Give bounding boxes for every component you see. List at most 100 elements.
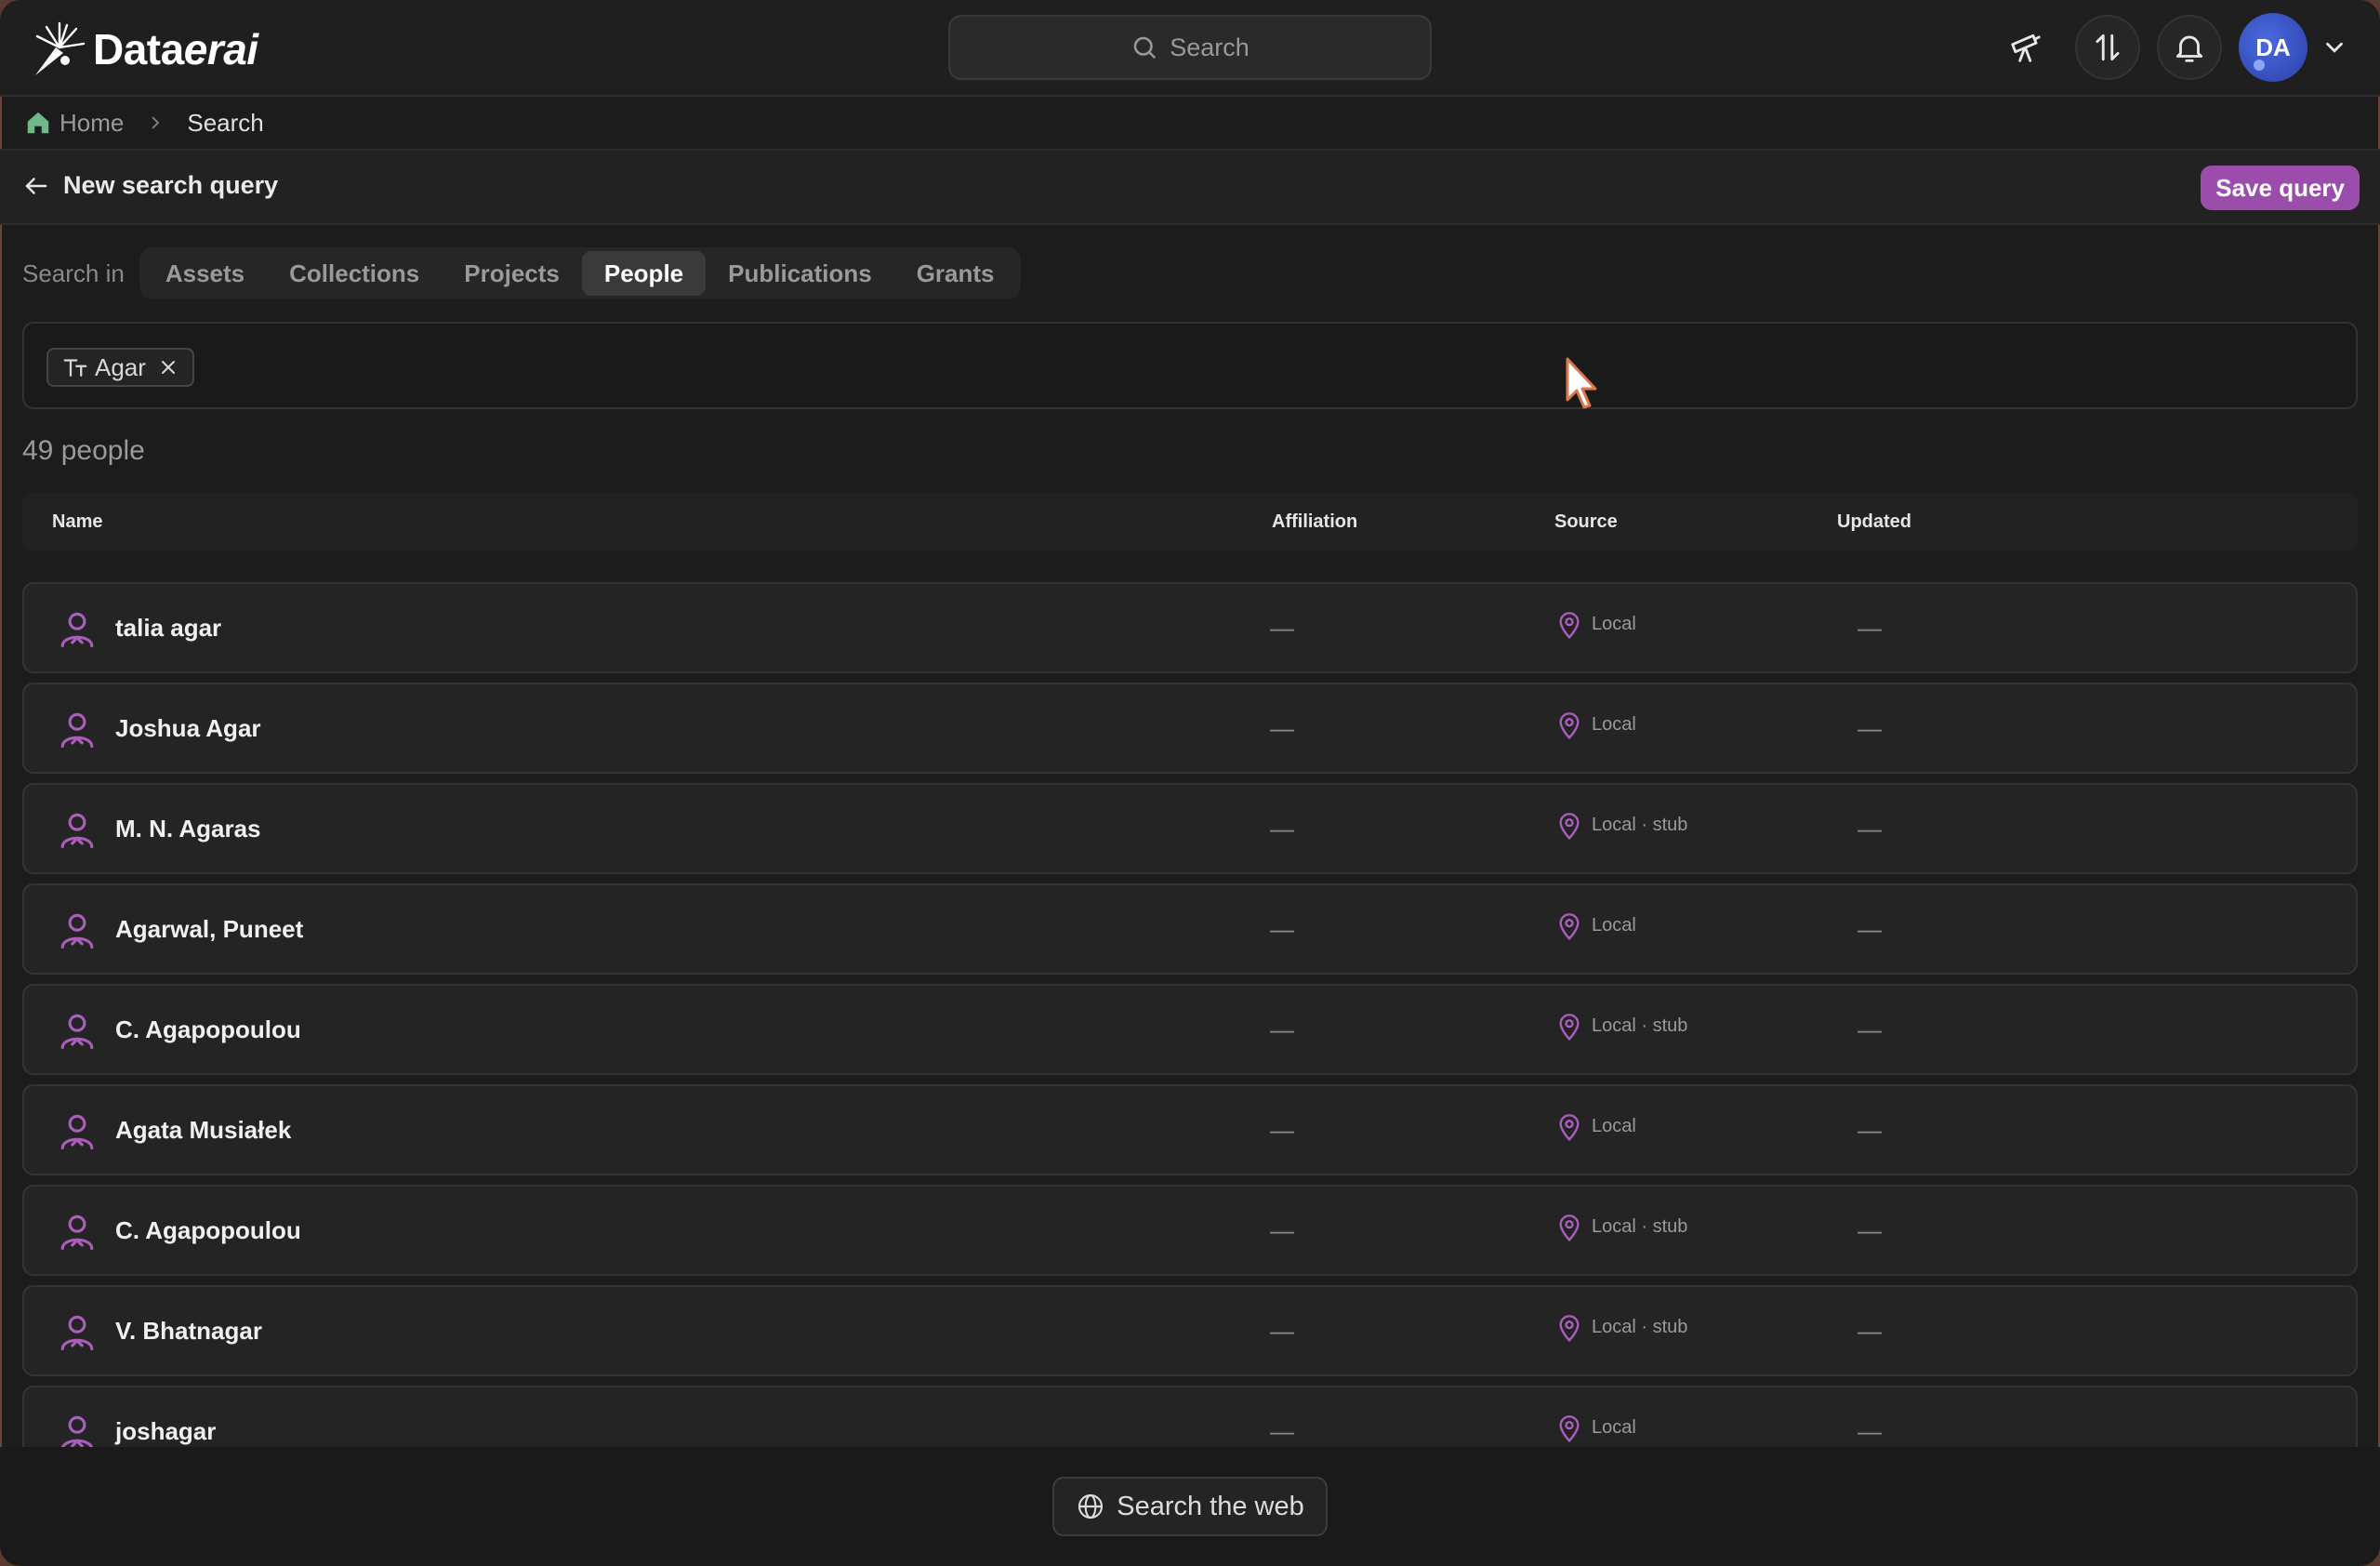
search-web-button[interactable]: Search the web <box>1052 1477 1328 1536</box>
globe-icon <box>1078 1493 1104 1520</box>
person-icon <box>60 913 94 949</box>
location-pin-icon <box>1559 712 1580 740</box>
source-value: Local <box>1592 915 1636 936</box>
location-pin-icon <box>1559 612 1580 640</box>
bottom-bar: Search the web <box>0 1447 2380 1566</box>
person-name[interactable]: Joshua Agar <box>115 714 261 743</box>
table-row[interactable]: talia agar — Local — <box>22 582 2358 673</box>
telescope-icon <box>2011 33 2041 62</box>
column-source[interactable]: Source <box>1554 511 1618 533</box>
sparkle-logo-icon <box>35 21 86 75</box>
source-value: Local <box>1592 614 1636 634</box>
affiliation-value: — <box>1270 1216 1294 1244</box>
person-name[interactable]: joshagar <box>115 1417 216 1446</box>
column-updated[interactable]: Updated <box>1837 511 1911 533</box>
tab-publications[interactable]: Publications <box>706 251 894 296</box>
tab-projects[interactable]: Projects <box>442 251 582 296</box>
source-value: Local · stub <box>1592 1317 1688 1337</box>
save-query-button[interactable]: Save query <box>2201 166 2360 210</box>
back-button[interactable]: New search query <box>22 171 278 200</box>
location-pin-icon <box>1559 1315 1580 1343</box>
table-row[interactable]: joshagar — Local — <box>22 1386 2358 1447</box>
updated-value: — <box>1858 714 1882 742</box>
person-name[interactable]: V. Bhatnagar <box>115 1317 262 1346</box>
source-value: Local · stub <box>1592 1216 1688 1237</box>
tab-collections[interactable]: Collections <box>267 251 442 296</box>
search-icon <box>1133 36 1157 60</box>
avatar-status-dot <box>2254 60 2265 71</box>
location-pin-icon <box>1559 813 1580 841</box>
table-row[interactable]: Agarwal, Puneet — Local — <box>22 883 2358 975</box>
person-icon <box>60 813 94 849</box>
results-list: talia agar — Local — Joshua Agar — Local — M. N.… <box>22 582 2358 1447</box>
table-row[interactable]: Agata Musiałek — Local — <box>22 1084 2358 1175</box>
person-name[interactable]: M. N. Agaras <box>115 815 261 843</box>
affiliation-value: — <box>1270 915 1294 943</box>
affiliation-value: — <box>1270 614 1294 642</box>
query-chip-label: Agar <box>95 352 146 381</box>
affiliation-value: — <box>1270 815 1294 843</box>
result-count: 49 people <box>22 435 145 466</box>
bell-icon <box>2175 35 2203 62</box>
updated-value: — <box>1858 1015 1882 1043</box>
person-icon <box>60 1214 94 1251</box>
sync-button[interactable] <box>2075 15 2140 80</box>
affiliation-value: — <box>1270 1317 1294 1345</box>
logo[interactable]: Dataerai <box>28 17 258 82</box>
updated-value: — <box>1858 815 1882 843</box>
scope-tabs: Assets Collections Projects People Publi… <box>139 247 1021 299</box>
affiliation-value: — <box>1270 1015 1294 1043</box>
column-name[interactable]: Name <box>52 511 102 533</box>
affiliation-value: — <box>1270 1116 1294 1144</box>
user-avatar[interactable]: DA <box>2239 13 2307 82</box>
person-icon <box>60 1315 94 1351</box>
location-pin-icon <box>1559 913 1580 941</box>
chevron-down-icon[interactable] <box>2320 33 2348 61</box>
updated-value: — <box>1858 614 1882 642</box>
source-value: Local <box>1592 1116 1636 1136</box>
breadcrumb-current: Search <box>187 108 264 137</box>
person-name[interactable]: talia agar <box>115 614 221 643</box>
search-placeholder: Search <box>1170 33 1250 61</box>
source-value: Local <box>1592 1417 1636 1438</box>
person-name[interactable]: C. Agapopoulou <box>115 1015 301 1044</box>
breadcrumb-home[interactable]: Home <box>60 109 124 138</box>
person-icon <box>61 1415 93 1447</box>
search-web-label: Search the web <box>1117 1491 1304 1521</box>
notifications-button[interactable] <box>2157 15 2222 80</box>
close-icon[interactable] <box>157 356 179 378</box>
source-value: Local · stub <box>1592 815 1688 835</box>
query-chip[interactable]: Agar <box>46 348 194 387</box>
person-name[interactable]: Agarwal, Puneet <box>115 915 303 944</box>
tab-assets[interactable]: Assets <box>143 251 267 296</box>
app-window: Dataerai Search DA Home Search New searc… <box>0 0 2380 1566</box>
query-input[interactable]: Agar <box>22 322 2358 409</box>
global-search-input[interactable]: Search <box>948 15 1432 80</box>
brand-name: Dataerai <box>93 25 258 73</box>
home-icon <box>27 112 49 134</box>
affiliation-value: — <box>1270 1417 1294 1445</box>
updated-value: — <box>1858 1317 1882 1345</box>
column-affiliation[interactable]: Affiliation <box>1272 511 1357 533</box>
search-in-label: Search in <box>22 259 125 287</box>
person-name[interactable]: C. Agapopoulou <box>115 1216 301 1245</box>
affiliation-value: — <box>1270 714 1294 742</box>
chevron-right-icon <box>152 116 160 129</box>
updated-value: — <box>1858 1116 1882 1144</box>
person-name[interactable]: Agata Musiałek <box>115 1116 291 1145</box>
table-row[interactable]: M. N. Agaras — Local · stub — <box>22 783 2358 874</box>
table-row[interactable]: V. Bhatnagar — Local · stub — <box>22 1285 2358 1376</box>
search-scope: Search in Assets Collections Projects Pe… <box>22 247 1021 299</box>
person-icon <box>60 1014 94 1050</box>
table-row[interactable]: C. Agapopoulou — Local · stub — <box>22 1185 2358 1276</box>
location-pin-icon <box>1559 1415 1580 1443</box>
updated-value: — <box>1858 1417 1882 1445</box>
transfer-arrows-icon <box>2096 33 2120 61</box>
updated-value: — <box>1858 1216 1882 1244</box>
tab-people[interactable]: People <box>581 251 707 296</box>
explore-button[interactable] <box>1993 15 2058 80</box>
location-pin-icon <box>1559 1014 1580 1042</box>
tab-grants[interactable]: Grants <box>894 251 1017 296</box>
table-row[interactable]: C. Agapopoulou — Local · stub — <box>22 984 2358 1075</box>
table-row[interactable]: Joshua Agar — Local — <box>22 683 2358 774</box>
